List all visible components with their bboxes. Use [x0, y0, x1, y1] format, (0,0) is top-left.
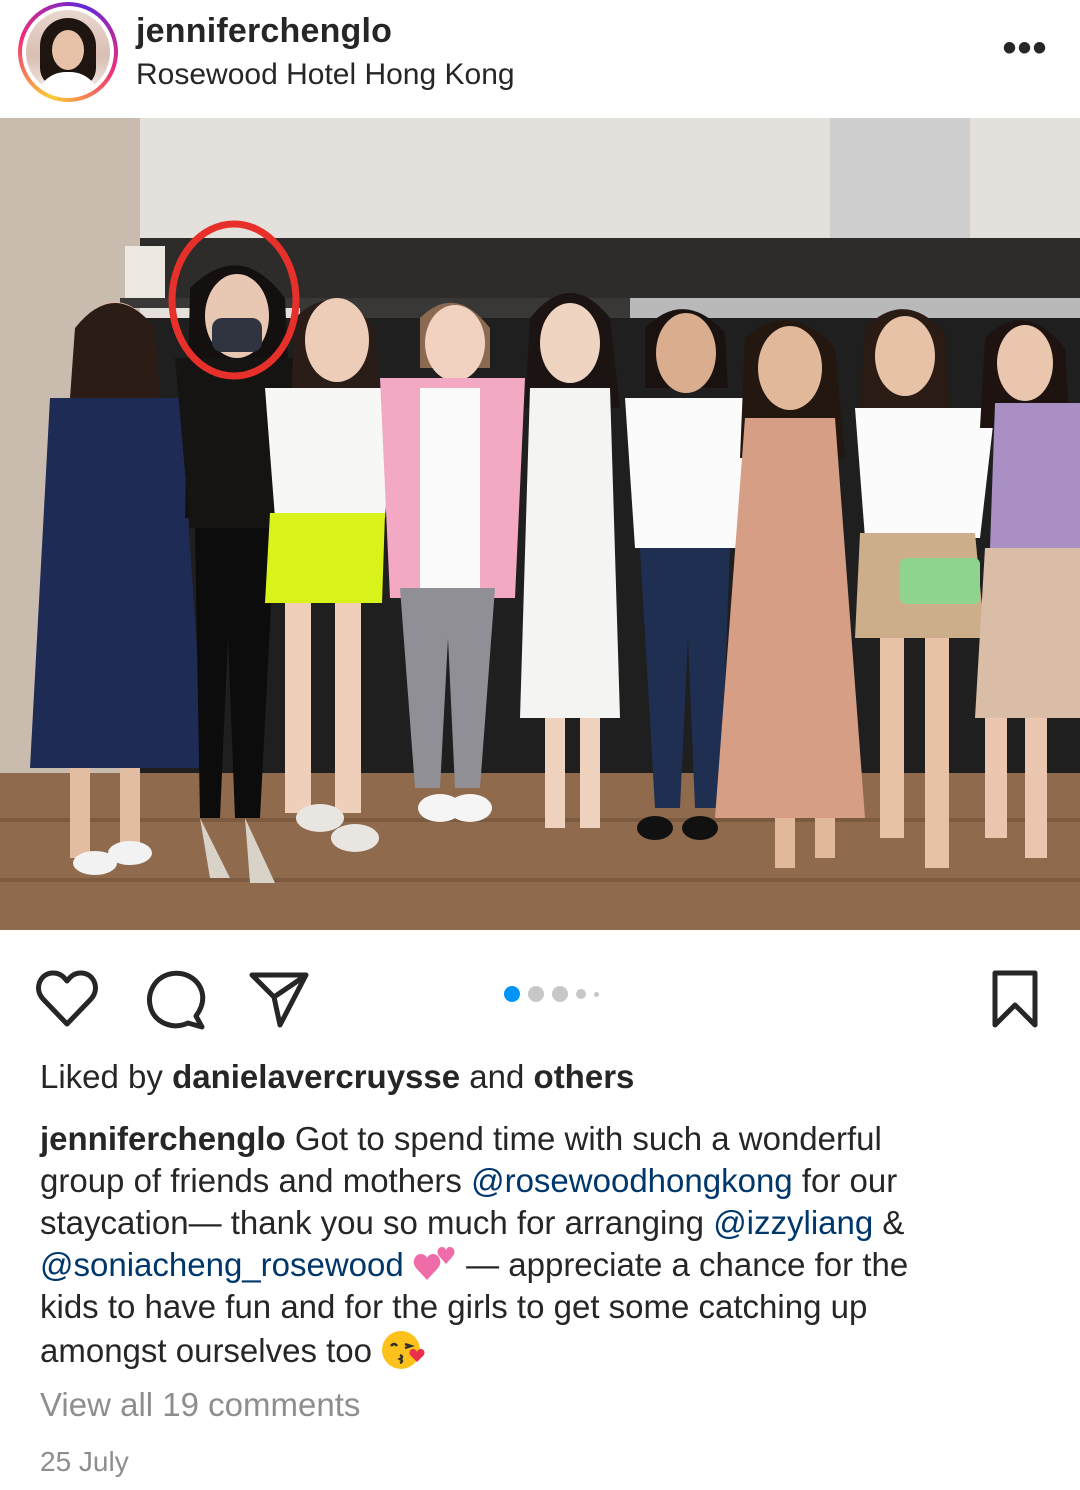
- liked-by-prefix: Liked by: [40, 1058, 173, 1095]
- caption-text: staycation— thank you so much for arrang…: [40, 1204, 714, 1241]
- post-username[interactable]: jenniferchenglo: [136, 12, 392, 51]
- more-options-button[interactable]: •••: [996, 28, 1054, 68]
- caption-text: Got to spend time with such a wonderful: [285, 1120, 882, 1157]
- kissing-face-emoji: [382, 1331, 425, 1369]
- post-caption: jenniferchenglo Got to spend time with s…: [40, 1118, 1050, 1372]
- liked-by-user[interactable]: danielavercruysse: [172, 1058, 460, 1095]
- post-header: jenniferchenglo Rosewood Hotel Hong Kong…: [0, 0, 1080, 118]
- share-button[interactable]: [244, 964, 314, 1034]
- avatar[interactable]: [26, 10, 110, 94]
- mention-link[interactable]: @rosewoodhongkong: [471, 1162, 793, 1199]
- comment-button[interactable]: [140, 964, 210, 1034]
- carousel-dot-active: [504, 986, 520, 1002]
- caption-text: group of friends and mothers: [40, 1162, 472, 1199]
- caption-text: for our: [792, 1162, 898, 1199]
- caption-author[interactable]: jenniferchenglo: [40, 1120, 286, 1157]
- carousel-dot: [576, 989, 586, 999]
- comment-icon: [147, 970, 206, 1030]
- heart-icon: [36, 970, 98, 1027]
- caption-text: kids to have fun and for the girls to ge…: [40, 1288, 868, 1325]
- save-button[interactable]: [980, 964, 1050, 1034]
- mention-link[interactable]: @soniacheng_rosewood: [40, 1246, 404, 1283]
- caption-text: &: [873, 1204, 905, 1241]
- send-icon: [249, 972, 309, 1028]
- like-button[interactable]: [32, 964, 102, 1034]
- group-photo-illustration: [0, 118, 1080, 930]
- post-photo[interactable]: [0, 118, 1080, 930]
- carousel-dot: [528, 986, 544, 1002]
- liked-by[interactable]: Liked by danielavercruysse and others: [40, 1058, 634, 1096]
- view-all-comments-link[interactable]: View all 19 comments: [40, 1386, 360, 1424]
- post-location[interactable]: Rosewood Hotel Hong Kong: [136, 58, 515, 92]
- carousel-indicator: [504, 984, 599, 1004]
- liked-by-others[interactable]: others: [534, 1058, 635, 1095]
- two-hearts-emoji: [413, 1247, 455, 1280]
- caption-text: — appreciate a chance for the: [456, 1246, 909, 1283]
- caption-text: amongst ourselves too: [40, 1332, 382, 1369]
- mention-link[interactable]: @izzyliang: [713, 1204, 873, 1241]
- liked-by-middle: and: [460, 1058, 534, 1095]
- carousel-dot: [552, 986, 568, 1002]
- story-ring[interactable]: [18, 2, 118, 102]
- carousel-dot: [594, 991, 599, 997]
- post-date: 25 July: [40, 1446, 129, 1477]
- bookmark-icon: [992, 970, 1038, 1028]
